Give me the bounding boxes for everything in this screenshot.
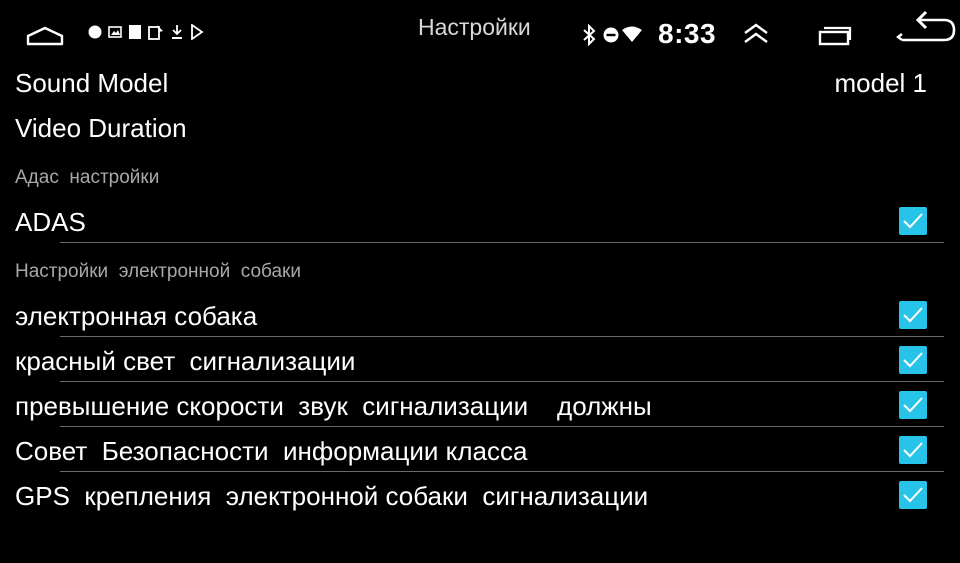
edog-label: электронная собака (15, 301, 258, 331)
video-duration-row[interactable]: Video Duration (0, 107, 960, 152)
adas-checkbox[interactable] (899, 207, 927, 235)
adas-section-header: Адас настройки (15, 167, 160, 188)
square-icon (128, 24, 142, 45)
speeding-row[interactable]: превышение скорости звук сигнализации до… (0, 385, 960, 430)
app-icon (148, 24, 164, 45)
video-duration-label: Video Duration (15, 113, 187, 143)
home-icon[interactable] (26, 26, 64, 51)
scrolled-off-text-fragment (200, 48, 260, 54)
recents-icon[interactable] (818, 26, 852, 51)
wifi-icon (622, 26, 642, 47)
speeding-label: превышение скорости звук сигнализации до… (15, 391, 652, 421)
divider (60, 242, 944, 243)
bluetooth-icon (582, 23, 596, 51)
sound-model-row[interactable]: Sound Model model 1 (0, 62, 960, 107)
safety-tip-row[interactable]: Совет Безопасности информации класса (0, 430, 960, 475)
play-store-icon (190, 22, 204, 45)
safety-tip-checkbox[interactable] (899, 436, 927, 464)
edog-section-header: Настройки электронной собаки (15, 261, 301, 282)
gps-mount-checkbox[interactable] (899, 481, 927, 509)
dot-icon (88, 25, 102, 44)
gps-mount-row[interactable]: GPS крепления электронной собаки сигнали… (0, 475, 960, 520)
adas-label: ADAS (15, 207, 86, 237)
safety-tip-label: Совет Безопасности информации класса (15, 436, 528, 466)
sound-model-label: Sound Model (15, 68, 169, 98)
edog-checkbox[interactable] (899, 301, 927, 329)
red-light-label: красный свет сигнализации (15, 346, 356, 376)
divider (60, 336, 944, 337)
do-not-disturb-icon (603, 27, 619, 48)
page-title: Настройки (418, 14, 531, 40)
divider (60, 381, 944, 382)
double-chevron-up-icon[interactable] (742, 22, 770, 49)
red-light-checkbox[interactable] (899, 346, 927, 374)
image-icon (108, 25, 122, 44)
divider (60, 426, 944, 427)
clock: 8:33 (658, 18, 717, 49)
red-light-row[interactable]: красный свет сигнализации (0, 340, 960, 385)
notification-icons (88, 22, 204, 45)
gps-mount-label: GPS крепления электронной собаки сигнали… (15, 481, 649, 511)
divider (60, 471, 944, 472)
sound-model-value: model 1 (834, 68, 928, 98)
speeding-checkbox[interactable] (899, 391, 927, 419)
download-icon (170, 24, 184, 45)
back-icon[interactable] (896, 10, 958, 51)
status-bar: Настройки 8:33 (0, 0, 960, 62)
adas-row[interactable]: ADAS (0, 201, 960, 246)
edog-row[interactable]: электронная собака (0, 295, 960, 340)
